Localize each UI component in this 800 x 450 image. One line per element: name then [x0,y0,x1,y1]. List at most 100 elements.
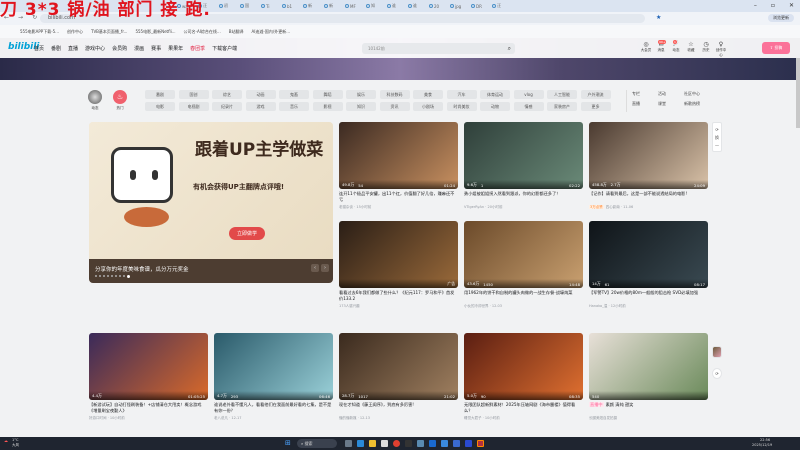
browser-tab[interactable]: 汪 [490,2,509,10]
channel-10[interactable]: 体育运动 [480,90,510,99]
browser-update-button[interactable]: 浏览更新 [768,14,794,22]
bookmark-item[interactable]: TVB基本页面播_fr... [91,29,127,35]
author-name[interactable]: 好游口时间 [89,416,107,420]
browser-tab[interactable]: DR [469,2,488,10]
nav-item[interactable]: 首页 [34,45,44,52]
video-title[interactable]: 用1962年的饼干和自制的罐头肉做的一战生存餐-战壕炖菜 [464,290,583,302]
author-name[interactable]: 懂的懂新媒 [339,416,357,420]
bookmark-item[interactable]: B站翻译 [229,29,244,35]
carousel-cta-button[interactable]: 立即做学 [229,227,266,240]
header-4[interactable]: ◷ 历史 [700,41,712,58]
channel-1[interactable]: 国创 [178,90,209,99]
video-title[interactable]: 无限团队超新鲜素材！2025年压轴网剧《海市蜃楼》值得看么？ [464,402,583,414]
channel-23[interactable]: 时尚美妆 [446,102,477,111]
video-thumbnail[interactable]: 5.0万 90 08:35 [464,333,583,400]
maximize-button[interactable]: ▫ [771,2,775,9]
steam-icon[interactable] [453,440,460,447]
video-thumbnail[interactable]: 49.8万 54 01:24 [339,122,458,189]
tp-app-icon[interactable] [405,440,412,447]
channel-5[interactable]: 舞蹈 [312,90,343,99]
channel-extra[interactable]: 直播 [632,101,658,107]
channel-25[interactable]: 情感 [513,102,544,111]
author-name[interactable]: VTigerRyAn [464,205,484,209]
nav-item[interactable]: 漫画 [134,45,144,52]
channel-6[interactable]: 娱乐 [346,90,376,99]
carousel-dot[interactable] [103,275,105,277]
video-card[interactable]: 540 直播中 素颜 清纯 甜笑 长腿美妞自发拍摄 [589,333,708,421]
browser-tab[interactable]: 初 [217,2,236,10]
channel-extra[interactable]: 活动 [658,91,684,97]
channel-12[interactable]: 人工智能 [547,90,577,99]
video-thumbnail[interactable]: 540 [589,333,708,400]
nav-item[interactable]: 会员购 [112,45,127,52]
author-name[interactable]: 小伙的冷却世界 [464,304,489,308]
browser-tab[interactable]: 20 [427,2,446,10]
bookmark-item[interactable]: 555电影APP下载-5... [20,29,59,35]
channel-3[interactable]: 动画 [245,90,276,99]
video-title[interactable]: 现在才知道《藤王阁序》，到底有多厉害! [339,402,458,414]
channel-0[interactable]: 番剧 [145,90,175,99]
browser-tab[interactable]: 新 [322,2,341,10]
edge-icon[interactable] [357,440,364,447]
taskbar-search[interactable]: ⌕ 搜索 [297,439,337,448]
nav-item[interactable]: 游戏中心 [85,45,105,52]
video-thumbnail[interactable]: 4.4万 01:05:25 [89,333,208,400]
video-card[interactable]: 43.6万 1450 14:48 用1962年的饼干和自制的罐头肉做的一战生存餐-战壕… [464,221,583,309]
nav-item[interactable]: 春团季 [190,45,205,52]
dynamic-entry[interactable]: 动态 [88,90,102,111]
video-title[interactable]: 勇小姐被姐姐拐入然看到跟派，你的幻影都还多了！ [464,191,583,203]
header-3[interactable]: ☆ 收藏 [685,41,697,58]
video-card[interactable]: 28.7万 1017 21:02 现在才知道《藤王阁序》，到底有多厉害! 懂的懂新媒 ·… [339,333,458,421]
browser-tab[interactable]: 谁 [385,2,404,10]
nav-item[interactable]: 果果年 [168,45,183,52]
channel-20[interactable]: 知识 [346,102,376,111]
carousel-dot[interactable] [127,275,130,278]
video-title[interactable]: 【记作】请看到最后，这是一部不能说透结局的电影! [589,191,708,203]
video-card[interactable]: 广告 看看过去6年我们都做了些什么？《纪元117：罗马和平》首发价133.2 173… [339,221,458,309]
carousel-dot[interactable] [115,275,117,277]
video-thumbnail[interactable]: 43.6万 1450 14:48 [464,221,583,288]
browser-tab[interactable]: 新 [301,2,320,10]
video-card[interactable]: 5.0万 90 08:35 无限团队超新鲜素材！2025年压轴网剧《海市蜃楼》值得看么… [464,333,583,421]
channel-11[interactable]: vlog [513,90,544,99]
author-name[interactable]: 四心影南 [606,205,620,209]
header-0[interactable]: ◎ 大会员 [640,41,652,58]
channel-extra[interactable]: 课堂 [658,101,684,107]
video-title[interactable]: 连开11个极品平安罐，出11个红，价值翻了好几倍，赚麻还不亏 [339,191,458,203]
active-app-icon[interactable] [477,440,484,447]
channel-18[interactable]: 音乐 [279,102,309,111]
channel-27[interactable]: 更多 [580,102,611,111]
browser-tab[interactable]: Ti [259,2,278,10]
video-title[interactable]: 【新游试玩】自动打怪刷装备！+店铺清仓大甩卖！概念游戏《增量刷宝夜勤人》 [89,402,208,414]
channel-22[interactable]: 小剧场 [413,102,443,111]
channel-16[interactable]: 纪录片 [212,102,242,111]
video-card[interactable]: 4.7万 293 06:46 谁说老外看不懂凡人，看看他们在我面前最好看的七集，是不是… [214,333,333,421]
carousel-dot[interactable] [107,275,109,277]
video-card[interactable]: 4.4万 01:05:25 【新游试玩】自动打怪刷装备！+店铺清仓大甩卖！概念游戏《… [89,333,208,421]
nav-item[interactable]: 赛事 [151,45,161,52]
video-thumbnail[interactable]: 28.7万 1017 21:02 [339,333,458,400]
channel-9[interactable]: 汽车 [446,90,477,99]
app-icon[interactable] [417,440,424,447]
scrollbar[interactable] [796,58,800,128]
browser-tab[interactable]: MF [343,2,362,10]
author-name[interactable]: 长腿美妞自发拍摄 [589,416,617,420]
carousel-dot[interactable] [99,275,101,277]
task-view-icon[interactable] [345,440,352,447]
search-input[interactable]: 10142前 ⌕ [362,43,515,54]
channel-21[interactable]: 资讯 [379,102,410,111]
minimize-button[interactable]: – [754,2,757,9]
author-name[interactable]: 老八说凡 [214,416,228,420]
store-icon[interactable] [381,440,388,447]
channel-24[interactable]: 动物 [480,102,510,111]
channel-15[interactable]: 电视剧 [178,102,209,111]
hot-entry[interactable]: ♨ 热门 [113,90,127,111]
browser-tab[interactable]: 国 [238,2,257,10]
live-avatar-float[interactable] [712,346,722,358]
search-icon[interactable]: ⌕ [508,43,511,54]
video-card[interactable]: 14万 61 08:17 【军警TV】20w价格的80m一般般的狙击枪 SVD必填加强… [589,221,708,309]
clock-time[interactable]: 22:56 [760,438,770,442]
video-card[interactable]: 458.8万 2.7万 24:09 【记作】请看到最后，这是一部不能说透结局的电影! 3… [589,122,708,210]
channel-7[interactable]: 科技数码 [379,90,410,99]
video-thumbnail[interactable]: 广告 [339,221,458,288]
